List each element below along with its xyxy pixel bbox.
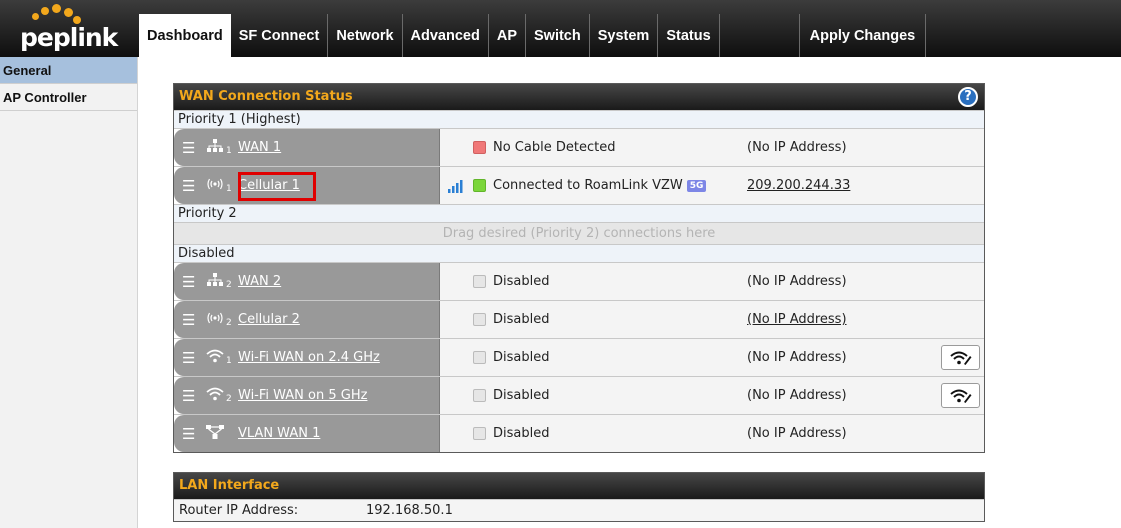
disabled-label: Disabled xyxy=(174,244,984,262)
help-icon[interactable]: ? xyxy=(958,87,978,107)
lan-interface-panel: LAN Interface Router IP Address: 192.168… xyxy=(173,472,985,522)
ip-address: (No IP Address) xyxy=(747,426,847,441)
signal-strength-icon xyxy=(448,179,466,193)
wan-link-wifi-24ghz[interactable]: Wi-Fi WAN on 2.4 GHz xyxy=(238,350,380,365)
ip-address-link[interactable]: (No IP Address) xyxy=(747,312,847,327)
router-ip-value: 192.168.50.1 xyxy=(366,503,453,518)
status-text: Disabled xyxy=(493,350,550,365)
ethernet-icon xyxy=(204,272,226,291)
wan-link-wifi-5ghz[interactable]: Wi-Fi WAN on 5 GHz xyxy=(238,388,367,403)
tab-sf-connect[interactable]: SF Connect xyxy=(231,14,329,57)
wan-panel-header: WAN Connection Status ? xyxy=(174,84,984,110)
wan-row-wan1[interactable]: ☰ 1 WAN 1 No Cable Detected (No IP Addre… xyxy=(174,128,984,166)
wifi-edit-icon xyxy=(949,351,971,365)
drag-handle-icon[interactable]: ☰ xyxy=(182,425,204,443)
wan-link-wan1[interactable]: WAN 1 xyxy=(238,140,281,155)
drag-handle-icon[interactable]: ☰ xyxy=(182,273,204,291)
drag-handle-icon[interactable]: ☰ xyxy=(182,311,204,329)
wan-row-cellular2[interactable]: ☰ 2 Cellular 2 Disabled (No IP Address) xyxy=(174,300,984,338)
ip-address: (No IP Address) xyxy=(747,274,847,289)
wan-link-cellular2[interactable]: Cellular 2 xyxy=(238,312,300,327)
status-indicator-red xyxy=(473,141,486,154)
ip-address-link[interactable]: 209.200.244.33 xyxy=(747,178,850,193)
wan-link-wan2[interactable]: WAN 2 xyxy=(238,274,281,289)
router-ip-row: Router IP Address: 192.168.50.1 xyxy=(174,499,984,521)
tab-dashboard[interactable]: Dashboard xyxy=(139,14,231,57)
wifi-scan-button[interactable] xyxy=(941,383,980,408)
ip-address: (No IP Address) xyxy=(747,350,847,365)
sidebar: General AP Controller xyxy=(0,57,138,528)
tab-network[interactable]: Network xyxy=(328,14,403,57)
tab-advanced[interactable]: Advanced xyxy=(403,14,489,57)
status-indicator-gray xyxy=(473,275,486,288)
priority-index: 1 xyxy=(226,355,232,366)
tab-status[interactable]: Status xyxy=(658,14,720,57)
priority-2-label: Priority 2 xyxy=(174,204,984,222)
cellular-icon xyxy=(204,312,226,328)
wifi-icon xyxy=(204,387,226,405)
wifi-scan-button[interactable] xyxy=(941,345,980,370)
tab-ap[interactable]: AP xyxy=(489,14,526,57)
status-text: No Cable Detected xyxy=(493,140,616,155)
priority-index: 2 xyxy=(226,279,232,290)
wan-row-vlan-wan1[interactable]: ☰ VLAN WAN 1 Disabled (No IP Address) xyxy=(174,414,984,452)
wan-panel-title: WAN Connection Status xyxy=(179,89,353,104)
vlan-icon xyxy=(204,424,226,443)
top-bar: peplink Dashboard SF Connect Network Adv… xyxy=(0,0,1121,57)
status-indicator-gray xyxy=(473,351,486,364)
status-text: Disabled xyxy=(493,274,550,289)
priority-index: 2 xyxy=(226,317,232,328)
selection-highlight xyxy=(238,172,316,201)
ethernet-icon xyxy=(204,138,226,157)
ip-address: (No IP Address) xyxy=(747,388,847,403)
ip-address: (No IP Address) xyxy=(747,140,847,155)
status-indicator-gray xyxy=(473,427,486,440)
cellular-icon xyxy=(204,178,226,194)
sidebar-item-ap-controller[interactable]: AP Controller xyxy=(0,84,137,111)
main-nav: Dashboard SF Connect Network Advanced AP… xyxy=(139,14,927,57)
wan-link-vlan-wan1[interactable]: VLAN WAN 1 xyxy=(238,426,320,441)
priority-index: 2 xyxy=(226,393,232,404)
wifi-icon xyxy=(204,349,226,367)
priority-index: 1 xyxy=(226,183,232,194)
status-text: Disabled xyxy=(493,388,550,403)
tab-system[interactable]: System xyxy=(590,14,659,57)
nav-spacer xyxy=(720,14,800,57)
lan-panel-header: LAN Interface xyxy=(174,473,984,499)
router-ip-label: Router IP Address: xyxy=(179,503,299,518)
drag-handle-icon[interactable]: ☰ xyxy=(182,349,204,367)
wan-connection-status-panel: WAN Connection Status ? Priority 1 (High… xyxy=(173,83,985,453)
drag-handle-icon[interactable]: ☰ xyxy=(182,387,204,405)
drag-handle-icon[interactable]: ☰ xyxy=(182,177,204,195)
status-text: Disabled xyxy=(493,312,550,327)
sidebar-item-general[interactable]: General xyxy=(0,57,137,84)
lan-panel-title: LAN Interface xyxy=(179,478,280,493)
wan-row-wan2[interactable]: ☰ 2 WAN 2 Disabled (No IP Address) xyxy=(174,262,984,300)
status-text: Connected to RoamLink VZW 5G xyxy=(493,178,707,193)
apply-changes-button[interactable]: Apply Changes xyxy=(800,14,927,57)
peplink-logo[interactable]: peplink xyxy=(20,4,120,54)
priority-1-label: Priority 1 (Highest) xyxy=(174,110,984,128)
tab-switch[interactable]: Switch xyxy=(526,14,590,57)
status-text: Disabled xyxy=(493,426,550,441)
logo-wordmark: peplink xyxy=(20,23,118,52)
priority-2-drop-zone[interactable]: Drag desired (Priority 2) connections he… xyxy=(174,222,984,244)
drag-handle-icon[interactable]: ☰ xyxy=(182,139,204,157)
wan-row-wifi-5ghz[interactable]: ☰ 2 Wi-Fi WAN on 5 GHz Disabled (No IP A… xyxy=(174,376,984,414)
priority-index: 1 xyxy=(226,145,232,156)
wan-row-cellular1[interactable]: ☰ 1 Cellular 1 Connected to RoamLink VZW… xyxy=(174,166,984,204)
wan-row-wifi-24ghz[interactable]: ☰ 1 Wi-Fi WAN on 2.4 GHz Disabled (No IP… xyxy=(174,338,984,376)
wifi-edit-icon xyxy=(949,389,971,403)
priority-index xyxy=(226,431,238,437)
5g-badge: 5G xyxy=(686,179,707,192)
status-indicator-gray xyxy=(473,389,486,402)
status-indicator-green xyxy=(473,179,486,192)
status-indicator-gray xyxy=(473,313,486,326)
